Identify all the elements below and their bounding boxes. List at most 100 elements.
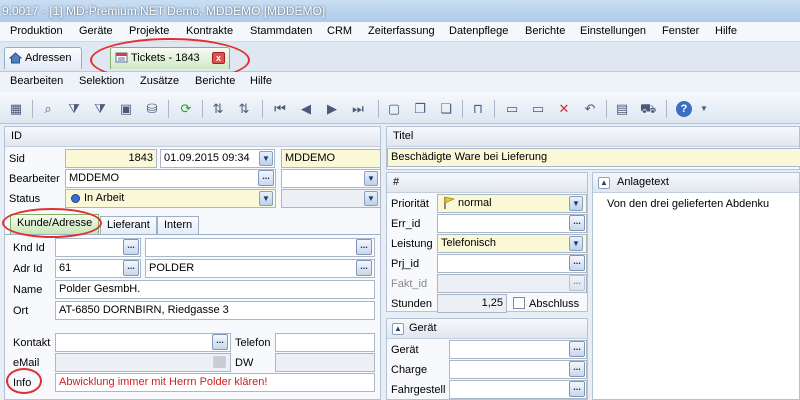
tab-intern[interactable]: Intern bbox=[157, 216, 200, 234]
fakt-id-field[interactable] bbox=[437, 274, 587, 293]
adr-name-lookup-button[interactable]: ... bbox=[356, 260, 372, 276]
email-send-icon[interactable] bbox=[213, 356, 226, 368]
adr-id-lookup-button[interactable]: ... bbox=[123, 260, 139, 276]
knd-id-lookup-button[interactable]: ... bbox=[123, 239, 139, 255]
document-icon[interactable]: ▤ bbox=[614, 101, 630, 117]
leistung-label: Leistung bbox=[391, 238, 433, 250]
err-id-lookup-button[interactable]: ... bbox=[569, 215, 585, 231]
date-dropdown-icon[interactable]: ▼ bbox=[259, 151, 273, 166]
telefon-field[interactable] bbox=[275, 333, 375, 352]
anlagetext-content[interactable]: Von den drei gelieferten Abdenku bbox=[607, 198, 799, 210]
leistung-field[interactable]: Telefonisch bbox=[437, 234, 587, 253]
charge-field[interactable] bbox=[449, 360, 587, 379]
email-field[interactable] bbox=[55, 353, 231, 372]
charge-lookup-button[interactable]: ... bbox=[569, 361, 585, 377]
menu-stammdaten[interactable]: Stammdaten bbox=[250, 25, 312, 37]
menu-projekte[interactable]: Projekte bbox=[129, 25, 169, 37]
menu-geraete[interactable]: Geräte bbox=[79, 25, 113, 37]
sid-field[interactable]: 1843 bbox=[65, 149, 157, 168]
collapse-icon[interactable]: ▲ bbox=[392, 323, 404, 335]
tab-adressen[interactable]: Adressen bbox=[4, 47, 82, 69]
user-field[interactable]: MDDEMO bbox=[281, 149, 381, 168]
prev-record-icon[interactable]: ◀ bbox=[298, 101, 314, 117]
prj-id-lookup-button[interactable]: ... bbox=[569, 255, 585, 271]
last-record-icon[interactable]: ⏭ bbox=[350, 101, 366, 117]
paste-icon[interactable]: ❏ bbox=[438, 101, 454, 117]
menu-fenster[interactable]: Fenster bbox=[662, 25, 699, 37]
stunden-field[interactable]: 1,25 bbox=[437, 294, 507, 313]
submenu-bearbeiten[interactable]: Bearbeiten bbox=[10, 75, 63, 87]
bearbeiter-lookup-button[interactable]: ... bbox=[258, 170, 274, 186]
status-extra-dropdown-icon[interactable]: ▼ bbox=[364, 191, 378, 206]
status-dropdown-icon[interactable]: ▼ bbox=[259, 191, 273, 206]
info-field[interactable]: Abwicklung immer mit Herrn Polder klären… bbox=[55, 373, 375, 392]
copy-icon[interactable]: ❐ bbox=[412, 101, 428, 117]
prioritaet-dropdown-icon[interactable]: ▼ bbox=[569, 196, 583, 211]
submenu-berichte[interactable]: Berichte bbox=[195, 75, 235, 87]
stamp-icon[interactable]: ⊓ bbox=[470, 101, 486, 117]
next-record-icon[interactable]: ▶ bbox=[324, 101, 340, 117]
first-record-icon[interactable]: ⏮ bbox=[272, 101, 288, 117]
err-id-field[interactable] bbox=[437, 214, 587, 233]
tab-kunde-adresse[interactable]: Kunde/Adresse bbox=[10, 214, 100, 234]
menu-kontrakte[interactable]: Kontrakte bbox=[186, 25, 233, 37]
database-icon[interactable]: ⛁ bbox=[144, 101, 160, 117]
abschluss-checkbox[interactable] bbox=[513, 297, 525, 309]
leistung-dropdown-icon[interactable]: ▼ bbox=[569, 236, 583, 251]
menu-einstellungen[interactable]: Einstellungen bbox=[580, 25, 646, 37]
prioritaet-field[interactable]: normal bbox=[437, 194, 587, 213]
ticket-icon bbox=[115, 52, 128, 63]
bearbeiter-field[interactable]: MDDEMO bbox=[65, 169, 276, 188]
menu-crm[interactable]: CRM bbox=[327, 25, 352, 37]
titel-field[interactable]: Beschädigte Ware bei Lieferung bbox=[387, 148, 800, 167]
name-field[interactable]: Polder GesmbH. bbox=[55, 280, 375, 299]
fakt-id-lookup-button[interactable]: ... bbox=[569, 275, 585, 291]
status-field[interactable]: In Arbeit bbox=[65, 189, 276, 208]
flag-icon bbox=[444, 196, 455, 209]
kontakt-field[interactable] bbox=[55, 333, 231, 352]
menu-produktion[interactable]: Produktion bbox=[10, 25, 63, 37]
bearbeiter-extra-dropdown-icon[interactable]: ▼ bbox=[364, 171, 378, 186]
menu-berichte[interactable]: Berichte bbox=[525, 25, 565, 37]
ort-field[interactable]: AT-6850 DORNBIRN, Riedgasse 3 bbox=[55, 301, 375, 320]
submenu-selektion[interactable]: Selektion bbox=[79, 75, 124, 87]
sort-desc-icon[interactable]: ⇅ bbox=[236, 101, 252, 117]
filter-clear-icon[interactable]: ⧩ bbox=[92, 101, 108, 117]
menu-zeiterfassung[interactable]: Zeiterfassung bbox=[368, 25, 435, 37]
undo-icon[interactable]: ↶ bbox=[582, 101, 598, 117]
submenu-hilfe[interactable]: Hilfe bbox=[250, 75, 272, 87]
tab-lieferant[interactable]: Lieferant bbox=[100, 216, 157, 234]
menu-hilfe[interactable]: Hilfe bbox=[715, 25, 737, 37]
fahrgestell-lookup-button[interactable]: ... bbox=[569, 381, 585, 397]
delete-icon[interactable]: ✕ bbox=[556, 101, 572, 117]
help-dropdown-icon[interactable]: ▼ bbox=[696, 101, 712, 117]
adr-name-field[interactable]: POLDER bbox=[145, 259, 375, 278]
tab-tickets[interactable]: Tickets - 1843 x bbox=[110, 47, 230, 69]
collapse-icon[interactable]: ▲ bbox=[598, 177, 610, 189]
date-field[interactable]: 01.09.2015 09:34 bbox=[160, 149, 275, 168]
kontakt-lookup-button[interactable]: ... bbox=[212, 334, 228, 350]
help-icon[interactable]: ? bbox=[676, 101, 692, 117]
submenu-zusaetze[interactable]: Zusätze bbox=[140, 75, 179, 87]
knd-name-lookup-button[interactable]: ... bbox=[356, 239, 372, 255]
geraet-field[interactable] bbox=[449, 340, 587, 359]
filter-icon[interactable]: ⧩ bbox=[66, 101, 82, 117]
prj-id-field[interactable] bbox=[437, 254, 587, 273]
info-label: Info bbox=[13, 377, 32, 389]
sort-asc-icon[interactable]: ⇅ bbox=[210, 101, 226, 117]
new-record-icon[interactable]: ▢ bbox=[386, 101, 402, 117]
search-icon[interactable]: ⌕ bbox=[40, 101, 56, 117]
knd-id-label: Knd Id bbox=[13, 242, 45, 254]
close-tab-icon[interactable]: x bbox=[212, 52, 225, 64]
grid-view-icon[interactable]: ▦ bbox=[8, 101, 24, 117]
cart-icon[interactable]: ⛟ bbox=[640, 101, 656, 117]
fahrgestell-field[interactable] bbox=[449, 380, 587, 399]
menu-datenpflege[interactable]: Datenpflege bbox=[449, 25, 508, 37]
dw-field[interactable] bbox=[275, 353, 375, 372]
refresh-icon[interactable]: ⟳ bbox=[178, 101, 194, 117]
save-all-icon[interactable]: ▭ bbox=[530, 101, 546, 117]
geraet-lookup-button[interactable]: ... bbox=[569, 341, 585, 357]
save-icon[interactable]: ▭ bbox=[504, 101, 520, 117]
knd-name-field[interactable] bbox=[145, 238, 375, 257]
jar-icon[interactable]: ▣ bbox=[118, 101, 134, 117]
